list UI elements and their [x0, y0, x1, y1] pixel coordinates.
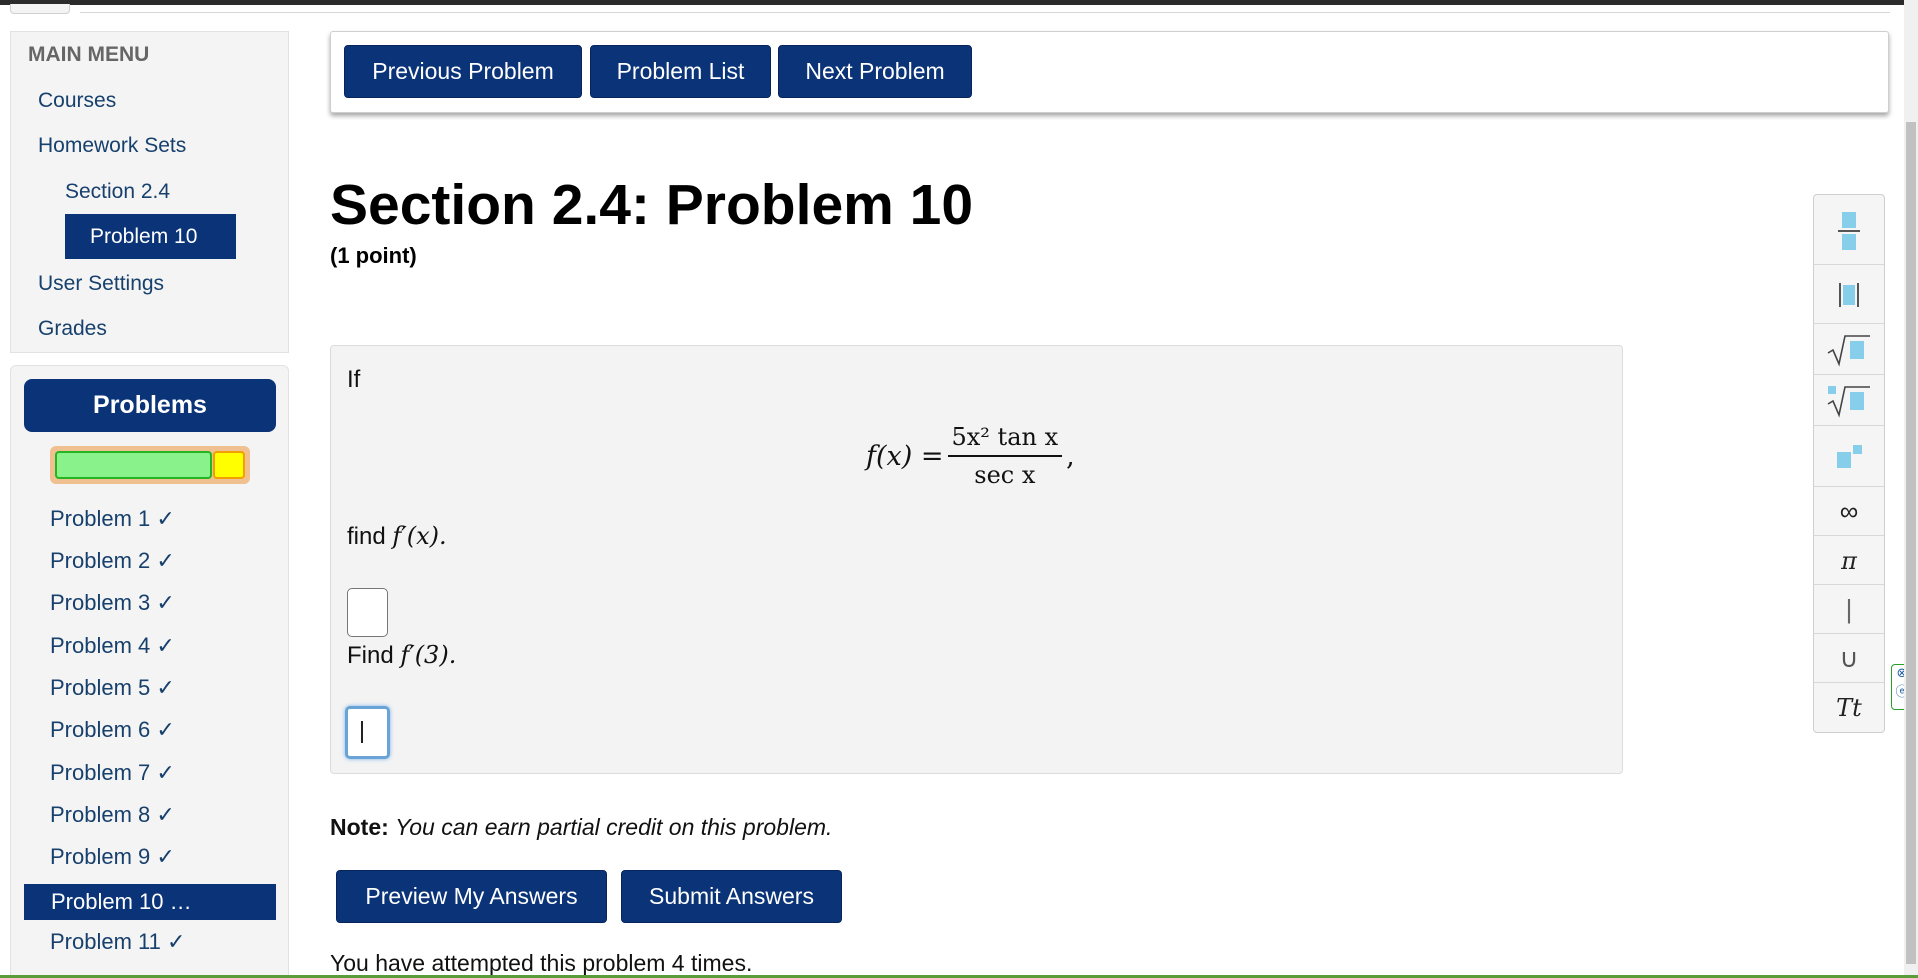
text-caret	[361, 721, 363, 743]
top-divider	[80, 12, 1890, 13]
previous-problem-button[interactable]: Previous Problem	[344, 45, 582, 98]
problems-panel-title: Problems	[24, 379, 276, 432]
union-icon[interactable]: ∪	[1814, 635, 1884, 683]
scrollbar-thumb[interactable]	[1906, 122, 1916, 964]
fraction-glyph	[1838, 211, 1860, 250]
menu-item-current-problem[interactable]: Problem 10	[65, 214, 236, 259]
menu-item-courses[interactable]: Courses	[38, 89, 116, 113]
equation-lhs: f(x) =	[866, 440, 944, 472]
menu-item-user-settings[interactable]: User Settings	[38, 272, 164, 296]
fraction-icon[interactable]	[1814, 195, 1884, 265]
problem-list-item[interactable]: Problem 8 ✓	[50, 802, 175, 828]
answer-input-2[interactable]	[345, 706, 390, 759]
question-2-text: Find f′(3).	[347, 641, 456, 670]
question-2-prefix: Find	[347, 642, 394, 669]
progress-bar	[50, 446, 250, 484]
function-equation: f(x) = 5x² tan x sec x ,	[866, 423, 1075, 489]
progress-incomplete-segment	[213, 451, 245, 479]
main-menu-title: MAIN MENU	[28, 43, 150, 66]
problem-list-item[interactable]: Problem 4 ✓	[50, 633, 175, 659]
note-label: Note:	[330, 814, 389, 840]
page-title: Section 2.4: Problem 10	[330, 173, 974, 237]
attempts-text: You have attempted this problem 4 times.	[330, 950, 753, 976]
problem-list-item[interactable]: Problem 1 ✓	[50, 506, 175, 532]
vertical-bar-icon[interactable]: |	[1814, 586, 1884, 634]
nth-root-icon[interactable]	[1814, 376, 1884, 426]
absolute-value-glyph	[1839, 282, 1859, 307]
equation-fraction: 5x² tan x sec x	[947, 423, 1063, 489]
square-root-glyph	[1827, 334, 1870, 367]
equation-tail: ,	[1066, 440, 1075, 472]
problem-list-item[interactable]: Problem 2 ✓	[50, 548, 175, 574]
question-2-math: f′(3).	[400, 641, 457, 669]
note-text: You can earn partial credit on this prob…	[395, 814, 833, 840]
question-1-prefix: find	[347, 523, 386, 550]
answer-input-1[interactable]	[347, 588, 388, 637]
infinity-icon[interactable]: ∞	[1814, 488, 1884, 536]
question-1-text: find f′(x).	[347, 522, 447, 551]
partial-credit-note: Note: You can earn partial credit on thi…	[330, 814, 832, 841]
problem-body	[330, 345, 1623, 774]
collapsed-tab[interactable]	[10, 4, 70, 14]
text-mode-icon[interactable]: Tt	[1814, 684, 1884, 732]
problem-list-item[interactable]: Problem 5 ✓	[50, 675, 175, 701]
pi-icon[interactable]: π	[1814, 537, 1884, 585]
problem-intro-text: If	[347, 366, 361, 393]
absolute-value-icon[interactable]	[1814, 266, 1884, 324]
question-1-math: f′(x).	[392, 522, 447, 550]
square-root-icon[interactable]	[1814, 325, 1884, 375]
problem-list-item[interactable]: Problem 3 ✓	[50, 590, 175, 616]
menu-item-grades[interactable]: Grades	[38, 317, 107, 341]
problem-list-item-current[interactable]: Problem 10 …	[24, 884, 276, 920]
problem-points: (1 point)	[330, 243, 417, 268]
preview-answers-button[interactable]: Preview My Answers	[336, 870, 607, 923]
progress-correct-segment	[55, 451, 212, 479]
nth-root-glyph	[1827, 385, 1870, 418]
next-problem-button[interactable]: Next Problem	[778, 45, 972, 98]
problem-list-item[interactable]: Problem 7 ✓	[50, 760, 175, 786]
problem-list-item[interactable]: Problem 11 ✓	[50, 929, 185, 955]
problem-list-item[interactable]: Problem 9 ✓	[50, 844, 175, 870]
equation-denominator: sec x	[974, 461, 1036, 489]
window-top-bar	[0, 0, 1918, 5]
problem-list-button[interactable]: Problem List	[590, 45, 771, 98]
exponent-icon[interactable]	[1814, 427, 1884, 487]
exponent-glyph	[1837, 444, 1862, 468]
equation-numerator: 5x² tan x	[947, 423, 1063, 457]
submit-answers-button[interactable]: Submit Answers	[621, 870, 842, 923]
problem-list-item[interactable]: Problem 6 ✓	[50, 717, 175, 743]
menu-item-homework-sets[interactable]: Homework Sets	[38, 134, 186, 158]
menu-item-section[interactable]: Section 2.4	[65, 180, 170, 204]
